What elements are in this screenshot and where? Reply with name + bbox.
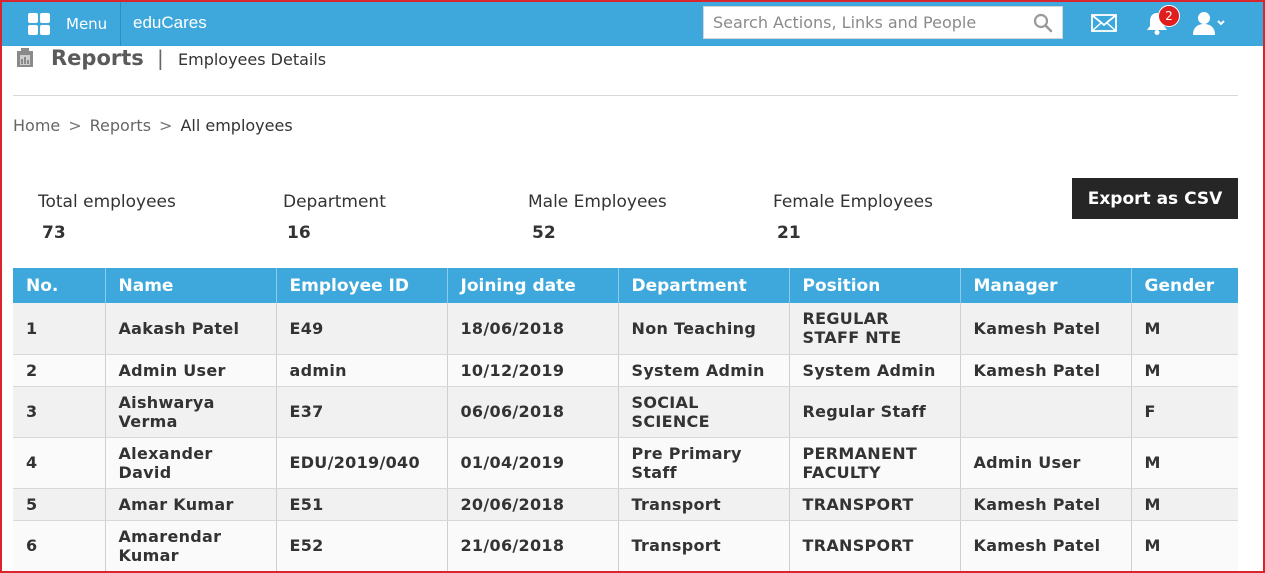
column-header-gender[interactable]: Gender (1131, 268, 1238, 303)
cell-gender: M (1131, 520, 1238, 572)
page-title: Reports (51, 46, 144, 70)
cell-employee-id: E37 (276, 386, 448, 438)
search-input[interactable] (704, 7, 1024, 38)
column-header-position[interactable]: Position (789, 268, 961, 303)
cell-employee-id: EDU/2019/040 (276, 437, 448, 489)
stat-department: Department 16 (283, 192, 386, 243)
breadcrumb-reports[interactable]: Reports (90, 116, 151, 135)
breadcrumb-home[interactable]: Home (13, 116, 60, 135)
cell-department: Pre Primary Staff (618, 437, 790, 489)
cell-gender: M (1131, 303, 1238, 355)
breadcrumb-separator: > (68, 116, 82, 135)
column-header-joining-date[interactable]: Joining date (447, 268, 619, 303)
column-header-department[interactable]: Department (618, 268, 790, 303)
cell-no: 4 (13, 437, 106, 489)
cell-position: TRANSPORT (789, 488, 961, 521)
breadcrumb: Home > Reports > All employees (13, 116, 293, 135)
stat-label: Total employees (38, 192, 176, 212)
notification-badge: 2 (1158, 5, 1180, 27)
cell-employee-id: E52 (276, 520, 448, 572)
cell-manager: Kamesh Patel (960, 488, 1132, 521)
page-subtitle: Employees Details (178, 50, 327, 69)
stat-label: Department (283, 192, 386, 212)
cell-joining-date: 01/04/2019 (447, 437, 619, 489)
cell-gender: M (1131, 437, 1238, 489)
cell-manager: Kamesh Patel (960, 520, 1132, 572)
cell-no: 1 (13, 303, 106, 355)
cell-joining-date: 21/06/2018 (447, 520, 619, 572)
header-divider (13, 95, 1238, 96)
cell-name: Amar Kumar (105, 488, 277, 521)
cell-joining-date: 20/06/2018 (447, 488, 619, 521)
table-row[interactable]: 1 Aakash Patel E49 18/06/2018 Non Teachi… (13, 303, 1238, 355)
stat-label: Male Employees (528, 192, 667, 212)
cell-joining-date: 10/12/2019 (447, 354, 619, 387)
breadcrumb-current: All employees (180, 116, 293, 135)
cell-employee-id: E49 (276, 303, 448, 355)
cell-position: PERMANENT FACULTY (789, 437, 961, 489)
cell-gender: M (1131, 354, 1238, 387)
cell-position: Regular Staff (789, 386, 961, 438)
cell-department: Non Teaching (618, 303, 790, 355)
stat-total-employees: Total employees 73 (38, 192, 176, 243)
cell-name: Admin User (105, 354, 277, 387)
cell-no: 2 (13, 354, 106, 387)
search-box (703, 6, 1063, 39)
cell-position: TRANSPORT (789, 520, 961, 572)
cell-position: REGULAR STAFF NTE (789, 303, 961, 355)
cell-department: Transport (618, 520, 790, 572)
breadcrumb-separator: > (159, 116, 173, 135)
table-row[interactable]: 2 Admin User admin 10/12/2019 System Adm… (13, 354, 1238, 387)
brand-name[interactable]: eduCares (133, 13, 207, 33)
cell-manager: Kamesh Patel (960, 354, 1132, 387)
employees-table: No. Name Employee ID Joining date Depart… (13, 268, 1238, 572)
title-separator: | (157, 46, 164, 70)
table-header-row: No. Name Employee ID Joining date Depart… (13, 268, 1238, 303)
grid-icon (28, 13, 50, 35)
user-icon[interactable] (1193, 10, 1227, 36)
cell-employee-id: admin (276, 354, 448, 387)
column-header-manager[interactable]: Manager (960, 268, 1132, 303)
table-row[interactable]: 6 Amarendar Kumar E52 21/06/2018 Transpo… (13, 520, 1238, 572)
stat-value: 21 (777, 223, 801, 243)
column-header-employee-id[interactable]: Employee ID (276, 268, 448, 303)
cell-gender: M (1131, 488, 1238, 521)
menu-button[interactable]: Menu (18, 2, 122, 46)
cell-manager: Admin User (960, 437, 1132, 489)
table-row[interactable]: 4 Alexander David EDU/2019/040 01/04/201… (13, 437, 1238, 489)
cell-manager: Kamesh Patel (960, 303, 1132, 355)
cell-name: Alexander David (105, 437, 277, 489)
stat-female-employees: Female Employees 21 (773, 192, 933, 243)
menu-label: Menu (66, 15, 108, 33)
cell-joining-date: 06/06/2018 (447, 386, 619, 438)
stat-value: 73 (42, 223, 66, 243)
export-csv-button[interactable]: Export as CSV (1072, 178, 1238, 219)
cell-manager (960, 386, 1132, 438)
cell-no: 3 (13, 386, 106, 438)
cell-department: Transport (618, 488, 790, 521)
search-icon[interactable] (1033, 13, 1053, 33)
cell-position: System Admin (789, 354, 961, 387)
cell-name: Aishwarya Verma (105, 386, 277, 438)
table-row[interactable]: 5 Amar Kumar E51 20/06/2018 Transport TR… (13, 488, 1238, 521)
column-header-name[interactable]: Name (105, 268, 277, 303)
cell-no: 6 (13, 520, 106, 572)
column-header-no[interactable]: No. (13, 268, 106, 303)
cell-joining-date: 18/06/2018 (447, 303, 619, 355)
cell-no: 5 (13, 488, 106, 521)
cell-department: SOCIAL SCIENCE (618, 386, 790, 438)
stat-value: 16 (287, 223, 311, 243)
cell-gender: F (1131, 386, 1238, 438)
mail-icon[interactable] (1091, 13, 1117, 33)
cell-name: Aakash Patel (105, 303, 277, 355)
report-icon (17, 48, 33, 67)
stat-label: Female Employees (773, 192, 933, 212)
cell-employee-id: E51 (276, 488, 448, 521)
cell-name: Amarendar Kumar (105, 520, 277, 572)
stat-male-employees: Male Employees 52 (528, 192, 667, 243)
stat-value: 52 (532, 223, 556, 243)
table-row[interactable]: 3 Aishwarya Verma E37 06/06/2018 SOCIAL … (13, 386, 1238, 438)
menu-divider (120, 2, 121, 46)
cell-department: System Admin (618, 354, 790, 387)
